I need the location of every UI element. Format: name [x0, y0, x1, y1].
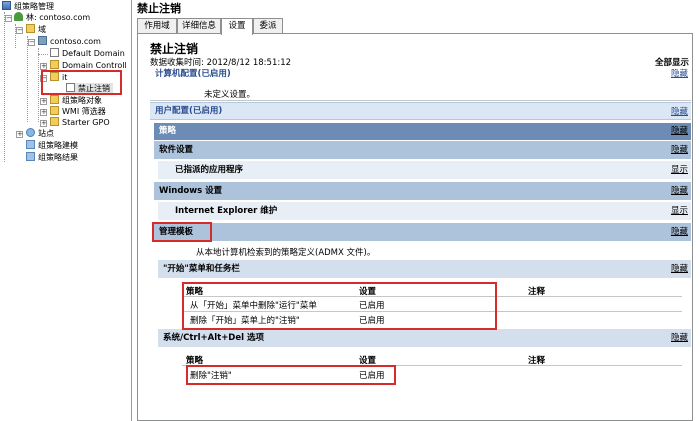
tree-domain[interactable]: contoso.com: [38, 36, 101, 48]
group-policy-management-icon: [2, 1, 11, 10]
expand-toggle[interactable]: −: [16, 27, 23, 34]
ou-icon: [50, 60, 59, 69]
expand-toggle[interactable]: +: [40, 98, 47, 105]
hide-link[interactable]: 隐藏: [671, 223, 688, 241]
folder-icon: [26, 24, 35, 33]
show-link[interactable]: 显示: [671, 202, 688, 220]
ie-maintenance-header[interactable]: Internet Explorer 维护 显示: [158, 202, 691, 220]
ou-icon: [50, 72, 59, 81]
tree-modeling[interactable]: 组策略建模: [26, 140, 78, 152]
gpo-link-icon: [50, 48, 59, 57]
tree-forest[interactable]: 林: contoso.com: [14, 12, 90, 24]
expand-toggle[interactable]: +: [40, 109, 47, 116]
gpo-link-icon: [66, 83, 75, 92]
policy-row-setting: 已启用: [359, 316, 385, 326]
policy-row-name: 删除"注销": [190, 371, 232, 381]
tree-default-domain-policy[interactable]: Default Domain: [50, 48, 125, 60]
tab-scope[interactable]: 作用域: [137, 18, 177, 34]
computer-config-header[interactable]: 计算机配置(已启用) 隐藏: [150, 66, 691, 82]
tree-ou-it[interactable]: it: [50, 72, 67, 84]
hide-link[interactable]: 隐藏: [671, 141, 688, 159]
hide-link[interactable]: 隐藏: [671, 182, 688, 200]
tree-starter-gpo[interactable]: Starter GPO: [50, 117, 110, 129]
policy-row-setting: 已启用: [359, 301, 385, 311]
expand-toggle[interactable]: −: [28, 39, 35, 46]
results-icon: [26, 152, 35, 161]
report-title: 禁止注销: [150, 42, 199, 56]
admx-note: 从本地计算机检索到的策略定义(ADMX 文件)。: [196, 248, 376, 258]
admin-templates-header[interactable]: 管理模板 隐藏: [154, 223, 691, 241]
assigned-apps-header[interactable]: 已指派的应用程序 显示: [158, 161, 691, 179]
not-defined-text: 未定义设置。: [204, 90, 256, 100]
policy-row-name: 从「开始」菜单中删除"运行"菜单: [190, 301, 317, 311]
folder-icon: [50, 117, 59, 126]
policy-row-setting: 已启用: [359, 371, 385, 381]
folder-icon: [50, 106, 59, 115]
software-settings-header[interactable]: 软件设置 隐藏: [154, 141, 691, 159]
hide-link[interactable]: 隐藏: [671, 329, 688, 347]
settings-report: 禁止注销 数据收集时间: 2012/8/12 18:51:12 全部显示 计算机…: [137, 33, 693, 421]
folder-icon: [50, 95, 59, 104]
tree-results[interactable]: 组策略结果: [26, 152, 78, 164]
tree-domains[interactable]: 域: [26, 24, 46, 36]
show-link[interactable]: 显示: [671, 161, 688, 179]
site-icon: [26, 128, 35, 137]
tab-details[interactable]: 详细信息: [177, 18, 221, 34]
policy-row-name: 删除「开始」菜单上的"注销": [190, 316, 300, 326]
policies-header[interactable]: 策略 隐藏: [154, 123, 691, 140]
start-menu-header[interactable]: "开始"菜单和任务栏 隐藏: [158, 260, 691, 278]
tree-sites[interactable]: 站点: [26, 128, 54, 140]
expand-toggle[interactable]: +: [40, 120, 47, 127]
forest-icon: [14, 12, 23, 21]
expand-toggle[interactable]: +: [16, 131, 23, 138]
hide-link[interactable]: 隐藏: [671, 66, 688, 82]
domain-icon: [38, 36, 47, 45]
tree-gpo-link-selected[interactable]: 禁止注销: [66, 83, 113, 95]
tree-domain-controllers[interactable]: Domain Controll: [50, 60, 127, 72]
expand-toggle[interactable]: −: [5, 15, 12, 22]
expand-toggle[interactable]: +: [40, 63, 47, 70]
system-cad-header[interactable]: 系统/Ctrl+Alt+Del 选项 隐藏: [158, 329, 691, 347]
hide-link[interactable]: 隐藏: [671, 123, 688, 140]
tab-delegation[interactable]: 委派: [253, 18, 283, 34]
modeling-icon: [26, 140, 35, 149]
hide-link[interactable]: 隐藏: [671, 260, 688, 278]
windows-settings-header[interactable]: Windows 设置 隐藏: [154, 182, 691, 200]
gpm-tree-pane: 组策略管理 − 林: contoso.com − 域 − contoso.com…: [0, 0, 132, 421]
expand-toggle[interactable]: −: [40, 75, 47, 82]
hide-link[interactable]: 隐藏: [671, 104, 688, 121]
tab-settings[interactable]: 设置: [221, 18, 253, 35]
details-pane: 禁止注销 作用域 详细信息 设置 委派 禁止注销 数据收集时间: 2012/8/…: [133, 0, 700, 421]
pane-title: 禁止注销: [133, 0, 700, 18]
user-config-header[interactable]: 用户配置(已启用) 隐藏: [150, 102, 691, 120]
